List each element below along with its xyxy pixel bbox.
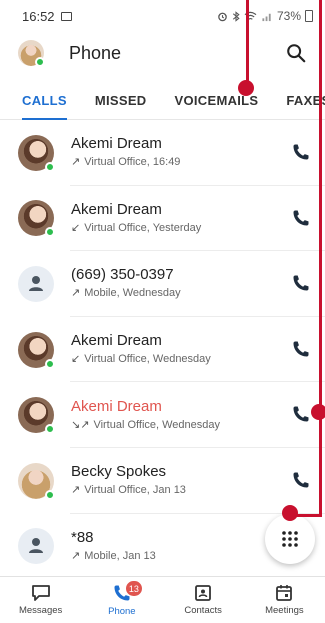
outgoing-call-icon: ↗ <box>71 156 81 169</box>
call-detail: Virtual Office, Yesterday <box>84 221 202 234</box>
nav-meetings[interactable]: Meetings <box>244 577 325 623</box>
outgoing-call-icon: ↗ <box>71 549 81 562</box>
message-icon <box>31 585 50 601</box>
tab-missed[interactable]: MISSED <box>95 82 147 120</box>
annotation-marker <box>238 80 254 96</box>
signal-icon <box>262 13 271 21</box>
missed-call-icon: ↘↗ <box>71 418 90 431</box>
incoming-call-icon: ↙ <box>71 221 81 234</box>
online-status-dot <box>45 227 55 238</box>
call-row[interactable]: Becky Spokes ↗ Virtual Office, Jan 13 <box>0 448 325 514</box>
status-icons: 73% <box>217 9 313 23</box>
contact-name: (669) 350-0397 <box>71 266 174 284</box>
calendar-icon <box>276 585 293 601</box>
call-tabs: CALLS MISSED VOICEMAILS FAXES <box>0 82 325 120</box>
nav-messages[interactable]: Messages <box>0 577 81 623</box>
online-status-dot <box>45 489 55 500</box>
person-icon <box>29 538 43 554</box>
contact-name: *88 <box>71 528 94 546</box>
outgoing-call-icon: ↗ <box>71 484 81 497</box>
person-icon <box>29 275 43 291</box>
contact-avatar <box>18 528 54 565</box>
call-row[interactable]: Akemi Dream ↙ Virtual Office, Yesterday <box>0 186 325 252</box>
call-phone-icon[interactable] <box>291 339 311 359</box>
contact-name: Akemi Dream <box>71 397 162 415</box>
app-bar: Phone <box>0 32 325 74</box>
nav-label: Meetings <box>265 605 304 616</box>
call-row[interactable]: Akemi Dream ↘↗ Virtual Office, Wednesday <box>0 382 325 448</box>
annotation-line <box>246 0 249 88</box>
battery-level: 73% <box>276 9 301 23</box>
nav-label: Phone <box>108 606 136 617</box>
notification-badge: 13 <box>125 581 142 596</box>
status-time: 16:52 <box>22 8 55 24</box>
call-detail: Virtual Office, 16:49 <box>84 156 181 169</box>
nav-label: Messages <box>18 605 63 616</box>
page-title: Phone <box>69 42 122 63</box>
call-phone-icon[interactable] <box>291 404 311 424</box>
alarm-icon <box>218 12 227 21</box>
battery-icon <box>305 10 313 22</box>
user-avatar[interactable] <box>18 40 45 67</box>
call-list: Akemi Dream ↗ Virtual Office, 16:49 Akemi… <box>0 120 325 579</box>
contact-avatar <box>18 397 55 435</box>
call-detail: Mobile, Wednesday <box>84 287 181 300</box>
online-status-dot <box>45 424 55 435</box>
outgoing-call-icon: ↗ <box>71 287 81 300</box>
call-detail: Virtual Office, Jan 13 <box>84 484 186 497</box>
dialpad-icon <box>282 531 298 547</box>
online-status-dot <box>35 57 45 67</box>
contact-avatar <box>18 331 55 369</box>
online-status-dot <box>45 161 55 172</box>
call-phone-icon[interactable] <box>291 208 311 228</box>
contacts-icon <box>195 585 212 601</box>
search-icon[interactable] <box>285 42 307 64</box>
contact-name: Akemi Dream <box>71 200 162 218</box>
contact-name: Akemi Dream <box>71 135 162 153</box>
contact-name: Becky Spokes <box>71 463 167 481</box>
contact-avatar <box>18 265 54 302</box>
bottom-nav: Messages 13 Phone Contacts Meetings <box>0 576 325 623</box>
gallery-icon <box>60 11 72 21</box>
call-row[interactable]: Akemi Dream ↗ Virtual Office, 16:49 <box>0 120 325 186</box>
contact-avatar <box>18 462 55 500</box>
call-detail: Virtual Office, Wednesday <box>93 418 221 431</box>
tab-calls[interactable]: CALLS <box>22 82 67 120</box>
bluetooth-icon <box>232 10 240 22</box>
annotation-marker <box>282 505 298 521</box>
nav-label: Contacts <box>184 605 222 616</box>
nav-phone[interactable]: 13 Phone <box>81 577 162 623</box>
annotation-marker <box>311 404 325 420</box>
call-detail: Virtual Office, Wednesday <box>84 353 211 366</box>
contact-avatar <box>18 200 55 238</box>
contact-avatar <box>18 134 55 172</box>
incoming-call-icon: ↙ <box>71 353 81 366</box>
dialpad-button[interactable] <box>265 514 315 564</box>
online-status-dot <box>45 358 55 369</box>
status-bar: 16:52 73% <box>0 0 325 32</box>
nav-contacts[interactable]: Contacts <box>163 577 244 623</box>
call-phone-icon[interactable] <box>291 142 311 162</box>
call-phone-icon[interactable] <box>291 273 311 293</box>
annotation-line <box>319 0 322 517</box>
call-row[interactable]: Akemi Dream ↙ Virtual Office, Wednesday <box>0 317 325 383</box>
contact-name: Akemi Dream <box>71 332 162 350</box>
call-detail: Mobile, Jan 13 <box>84 549 156 562</box>
call-row[interactable]: (669) 350-0397 ↗ Mobile, Wednesday <box>0 251 325 317</box>
call-phone-icon[interactable] <box>291 470 311 490</box>
